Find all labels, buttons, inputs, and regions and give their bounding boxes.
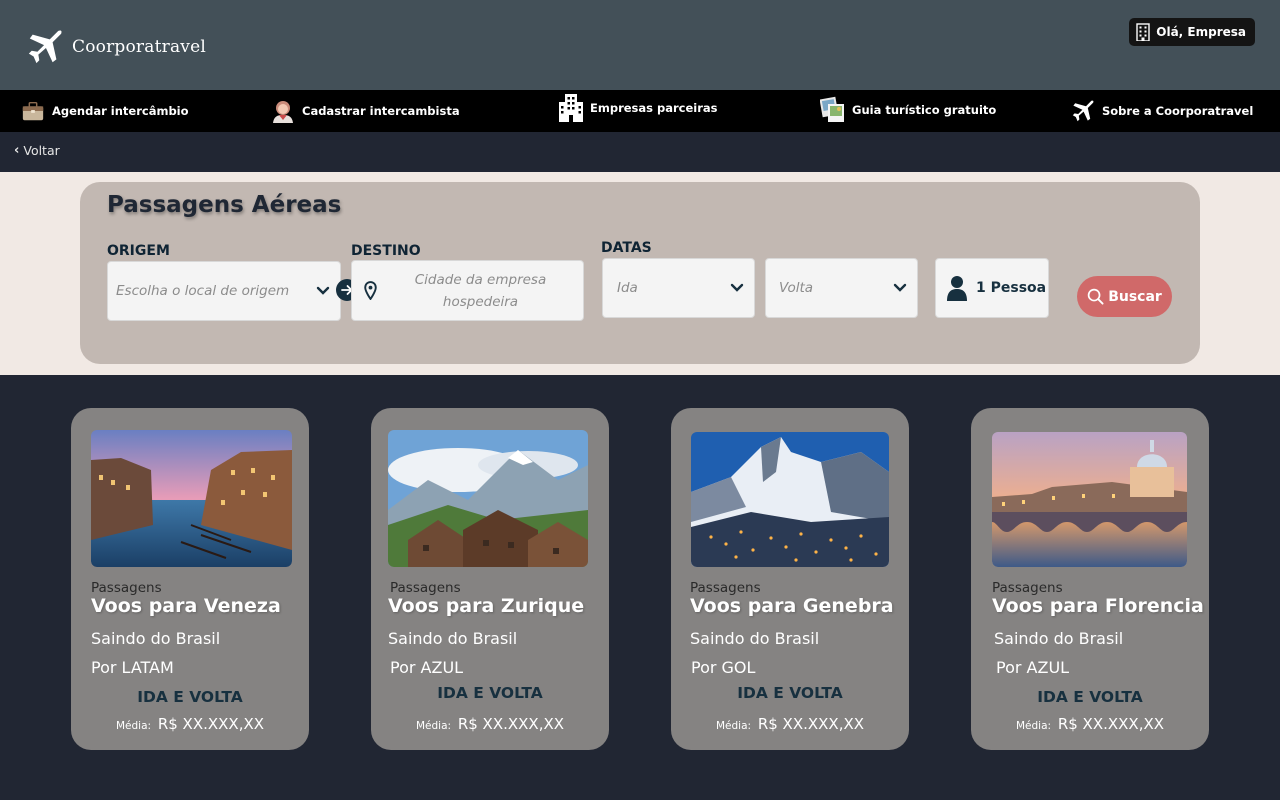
- card-airline: Por AZUL: [390, 658, 464, 677]
- photos-icon: [820, 96, 846, 123]
- airplane-logo-icon: [28, 30, 62, 64]
- destination-input[interactable]: Cidade da empresa hospedeira: [351, 260, 584, 321]
- florence-photo: [992, 432, 1187, 567]
- card-airline: Por GOL: [691, 658, 756, 677]
- flight-card-genebra[interactable]: Passagens Voos para Genebra Saindo do Br…: [671, 408, 909, 750]
- flight-card-veneza[interactable]: Passagens Voos para Veneza Saindo do Bra…: [71, 408, 309, 750]
- nav-item-label: Cadastrar intercambista: [302, 104, 460, 118]
- origin-select[interactable]: Escolha o local de origem: [107, 261, 341, 321]
- person-icon: [947, 276, 967, 301]
- user-account-button[interactable]: Olá, Empresa: [1129, 18, 1255, 46]
- venice-photo: [91, 430, 292, 567]
- price-label: Média:: [1015, 720, 1052, 732]
- card-kicker: Passagens: [91, 580, 162, 596]
- card-trip-type: IDA E VOLTA: [737, 684, 843, 702]
- nav-item-label: Agendar intercâmbio: [52, 104, 189, 118]
- card-price: Média: R$ XX.XXX,XX: [971, 715, 1209, 733]
- nav-item-label: Guia turístico gratuito: [852, 103, 997, 117]
- flight-card-florencia[interactable]: Passagens Voos para Florencia Saindo do …: [971, 408, 1209, 750]
- price-value: R$ XX.XXX,XX: [1057, 715, 1165, 733]
- card-price: Média: R$ XX.XXX,XX: [71, 715, 309, 733]
- page-title: Passagens Aéreas: [107, 192, 342, 218]
- origin-placeholder: Escolha o local de origem: [116, 283, 290, 299]
- card-origin: Saindo do Brasil: [994, 629, 1124, 648]
- zurich-photo: [388, 430, 588, 567]
- card-kicker: Passagens: [690, 580, 761, 596]
- user-greeting: Olá, Empresa: [1156, 25, 1246, 39]
- geneva-photo: [691, 432, 889, 567]
- nav-item-label: Empresas parceiras: [590, 101, 718, 115]
- nav-item-empresas-parceiras[interactable]: Empresas parceiras: [558, 94, 718, 122]
- search-button[interactable]: Buscar: [1077, 276, 1172, 317]
- card-title: Voos para Veneza: [91, 595, 281, 617]
- brand-name: Coorporatravel: [72, 37, 206, 57]
- return-date-select[interactable]: Volta: [765, 258, 918, 318]
- nav-item-cadastrar-intercambista[interactable]: Cadastrar intercambista: [270, 98, 460, 124]
- building-icon: [558, 94, 584, 122]
- passengers-select[interactable]: 1 Pessoa: [935, 258, 1049, 318]
- back-link[interactable]: ‹ Voltar: [14, 143, 60, 158]
- briefcase-icon: [20, 98, 46, 124]
- price-label: Média:: [115, 720, 152, 732]
- back-label: Voltar: [23, 143, 60, 158]
- card-title: Voos para Zurique: [388, 595, 585, 617]
- chevron-down-icon: [316, 286, 330, 295]
- return-placeholder: Volta: [779, 280, 814, 296]
- search-icon: [1087, 288, 1104, 305]
- destination-placeholder: Cidade da empresa hospedeira: [414, 272, 547, 310]
- search-section: Passagens Aéreas ORIGEM Escolha o local …: [0, 172, 1280, 375]
- price-value: R$ XX.XXX,XX: [157, 715, 265, 733]
- card-price: Média: R$ XX.XXX,XX: [371, 715, 609, 733]
- main-nav: Agendar intercâmbio Cadastrar intercambi…: [0, 90, 1280, 132]
- price-value: R$ XX.XXX,XX: [457, 715, 565, 733]
- nav-item-sobre[interactable]: Sobre a Coorporatravel: [1070, 98, 1253, 124]
- card-airline: Por LATAM: [91, 658, 174, 677]
- card-trip-type: IDA E VOLTA: [437, 684, 543, 702]
- price-value: R$ XX.XXX,XX: [757, 715, 865, 733]
- departure-date-select[interactable]: Ida: [602, 258, 755, 318]
- card-price: Média: R$ XX.XXX,XX: [671, 715, 909, 733]
- card-title: Voos para Florencia: [992, 595, 1204, 617]
- flight-card-zurique[interactable]: Passagens Voos para Zurique Saindo do Br…: [371, 408, 609, 750]
- chevron-down-icon: [730, 283, 744, 292]
- nav-item-guia-turistico[interactable]: Guia turístico gratuito: [820, 96, 997, 123]
- card-origin: Saindo do Brasil: [388, 629, 518, 648]
- nav-item-label: Sobre a Coorporatravel: [1102, 104, 1254, 118]
- origin-label: ORIGEM: [107, 243, 170, 259]
- back-bar: ‹ Voltar: [0, 132, 1280, 172]
- card-kicker: Passagens: [390, 580, 461, 596]
- brand-logo[interactable]: Coorporatravel: [26, 28, 206, 66]
- top-header: Coorporatravel Olá, Empresa: [0, 0, 1280, 90]
- airplane-icon: [1070, 98, 1096, 124]
- person-icon: [270, 98, 296, 124]
- search-button-label: Buscar: [1108, 288, 1162, 305]
- dates-label: DATAS: [601, 240, 652, 256]
- departure-placeholder: Ida: [617, 280, 638, 296]
- location-pin-icon: [364, 281, 377, 300]
- nav-item-agendar-intercambio[interactable]: Agendar intercâmbio: [20, 98, 189, 124]
- card-trip-type: IDA E VOLTA: [137, 688, 243, 706]
- card-kicker: Passagens: [992, 580, 1063, 596]
- card-origin: Saindo do Brasil: [690, 629, 820, 648]
- price-label: Média:: [715, 720, 752, 732]
- flight-search-panel: Passagens Aéreas ORIGEM Escolha o local …: [80, 182, 1200, 364]
- card-airline: Por AZUL: [996, 658, 1070, 677]
- passengers-value: 1 Pessoa: [976, 280, 1047, 296]
- destination-label: DESTINO: [351, 243, 421, 259]
- price-label: Média:: [415, 720, 452, 732]
- card-trip-type: IDA E VOLTA: [1037, 688, 1143, 706]
- chevron-down-icon: [893, 283, 907, 292]
- card-origin: Saindo do Brasil: [91, 629, 221, 648]
- building-icon: [1136, 23, 1150, 41]
- card-title: Voos para Genebra: [690, 595, 894, 617]
- chevron-left-icon: ‹: [14, 143, 20, 158]
